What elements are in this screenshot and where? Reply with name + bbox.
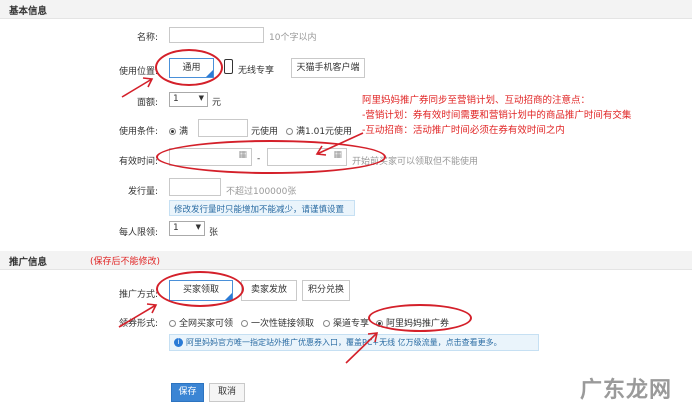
method-option-points-label: 积分兑换 bbox=[307, 285, 344, 295]
condition-label: 使用条件: bbox=[118, 127, 158, 137]
denom-select[interactable]: 1 ▼ bbox=[169, 92, 208, 107]
position-option-tmall-app[interactable]: 天猫手机客户端 bbox=[291, 58, 365, 78]
name-label: 名称: bbox=[136, 33, 158, 43]
limit-value: 1 bbox=[173, 223, 179, 233]
form-option-channel[interactable]: 渠道专享 bbox=[323, 316, 369, 329]
condition-full-option[interactable]: 满 bbox=[169, 124, 188, 137]
position-label: 使用位置: bbox=[118, 67, 158, 77]
position-option-mobile[interactable]: 无线专享 bbox=[238, 63, 274, 76]
save-button[interactable]: 保存 bbox=[171, 383, 204, 402]
radio-icon bbox=[169, 320, 176, 327]
alimama-tip[interactable]: i 阿里妈妈官方唯一指定站外推广优惠券入口，覆盖PC+无线 亿万级流量，点击查看更… bbox=[169, 334, 539, 351]
promo-info-title: 推广信息 bbox=[9, 257, 48, 268]
form-option-one-time-link[interactable]: 一次性链接领取 bbox=[241, 316, 314, 329]
alimama-tip-text: 阿里妈妈官方唯一指定站外推广优惠券入口，覆盖PC+无线 亿万级流量，点击查看更多… bbox=[186, 338, 502, 347]
chevron-down-icon: ▼ bbox=[198, 94, 204, 102]
promo-info-header: 推广信息 (保存后不能修改) bbox=[0, 251, 692, 270]
arrow-head bbox=[142, 77, 154, 88]
issue-hint: 不超过100000张 bbox=[226, 187, 297, 197]
highlight-ellipse-alimama bbox=[368, 304, 472, 332]
issue-label: 发行量: bbox=[127, 187, 158, 197]
form-label: 领券形式: bbox=[118, 319, 158, 329]
name-input[interactable] bbox=[169, 27, 264, 43]
condition-use-label: 元使用 bbox=[251, 127, 279, 137]
validity-label: 有效时间: bbox=[118, 157, 158, 167]
denom-label: 面额: bbox=[136, 98, 158, 108]
issue-input[interactable] bbox=[169, 178, 221, 196]
watermark: 广东龙网 bbox=[580, 378, 673, 403]
condition-alt-option[interactable]: 满1.01元使用 bbox=[286, 124, 352, 137]
method-option-seller-issue-label: 卖家发放 bbox=[250, 285, 287, 295]
method-option-seller-issue[interactable]: 卖家发放 bbox=[241, 280, 297, 301]
info-icon: i bbox=[174, 338, 183, 347]
issue-tip: 修改发行量时只能增加不能减少，请谨慎设置 bbox=[169, 200, 355, 216]
denom-value: 1 bbox=[173, 94, 179, 104]
form-option-all-buyers-label: 全网买家可领 bbox=[179, 319, 234, 329]
method-option-points[interactable]: 积分兑换 bbox=[302, 280, 350, 301]
highlight-ellipse-method bbox=[156, 271, 244, 307]
chevron-down-icon: ▼ bbox=[195, 223, 201, 231]
issue-tip-text: 修改发行量时只能增加不能减少，请谨慎设置 bbox=[174, 205, 345, 215]
form-option-one-time-link-label: 一次性链接领取 bbox=[251, 319, 315, 329]
form-option-all-buyers[interactable]: 全网买家可领 bbox=[169, 316, 233, 329]
position-option-tmall-app-label: 天猫手机客户端 bbox=[296, 63, 360, 73]
condition-alt-label: 满1.01元使用 bbox=[296, 127, 353, 137]
promo-info-note: (保存后不能修改) bbox=[90, 257, 161, 267]
radio-selected-icon bbox=[169, 128, 176, 135]
cancel-button[interactable]: 取消 bbox=[209, 383, 245, 402]
condition-amount-input[interactable] bbox=[198, 119, 248, 137]
form-option-channel-label: 渠道专享 bbox=[333, 319, 370, 329]
limit-unit: 张 bbox=[209, 228, 219, 238]
mobile-phone-icon bbox=[224, 59, 233, 74]
limit-select[interactable]: 1 ▼ bbox=[169, 221, 205, 236]
condition-full-label: 满 bbox=[179, 127, 189, 137]
annotation-line-2: -营销计划：券有效时间需要和营销计划中的商品推广时间有交集 bbox=[362, 110, 632, 121]
name-hint: 10个字以内 bbox=[269, 33, 317, 43]
highlight-ellipse-validity bbox=[156, 140, 386, 174]
radio-icon bbox=[323, 320, 330, 327]
annotation-note: 阿里妈妈推广券同步至营销计划、互动招商的注意点： -营销计划：券有效时间需要和营… bbox=[362, 93, 687, 138]
annotation-line-3: -互动招商：活动推广时间必须在券有效时间之内 bbox=[362, 125, 565, 136]
radio-icon bbox=[286, 128, 293, 135]
basic-info-title: 基本信息 bbox=[9, 6, 48, 17]
radio-icon bbox=[241, 320, 248, 327]
annotation-line-1: 阿里妈妈推广券同步至营销计划、互动招商的注意点： bbox=[362, 95, 591, 106]
highlight-ellipse-position bbox=[155, 49, 223, 86]
arrow-head bbox=[146, 303, 158, 314]
limit-label: 每人限领: bbox=[118, 228, 158, 238]
method-label: 推广方式: bbox=[118, 290, 158, 300]
basic-info-header: 基本信息 bbox=[0, 0, 692, 19]
denom-unit: 元 bbox=[212, 98, 222, 108]
